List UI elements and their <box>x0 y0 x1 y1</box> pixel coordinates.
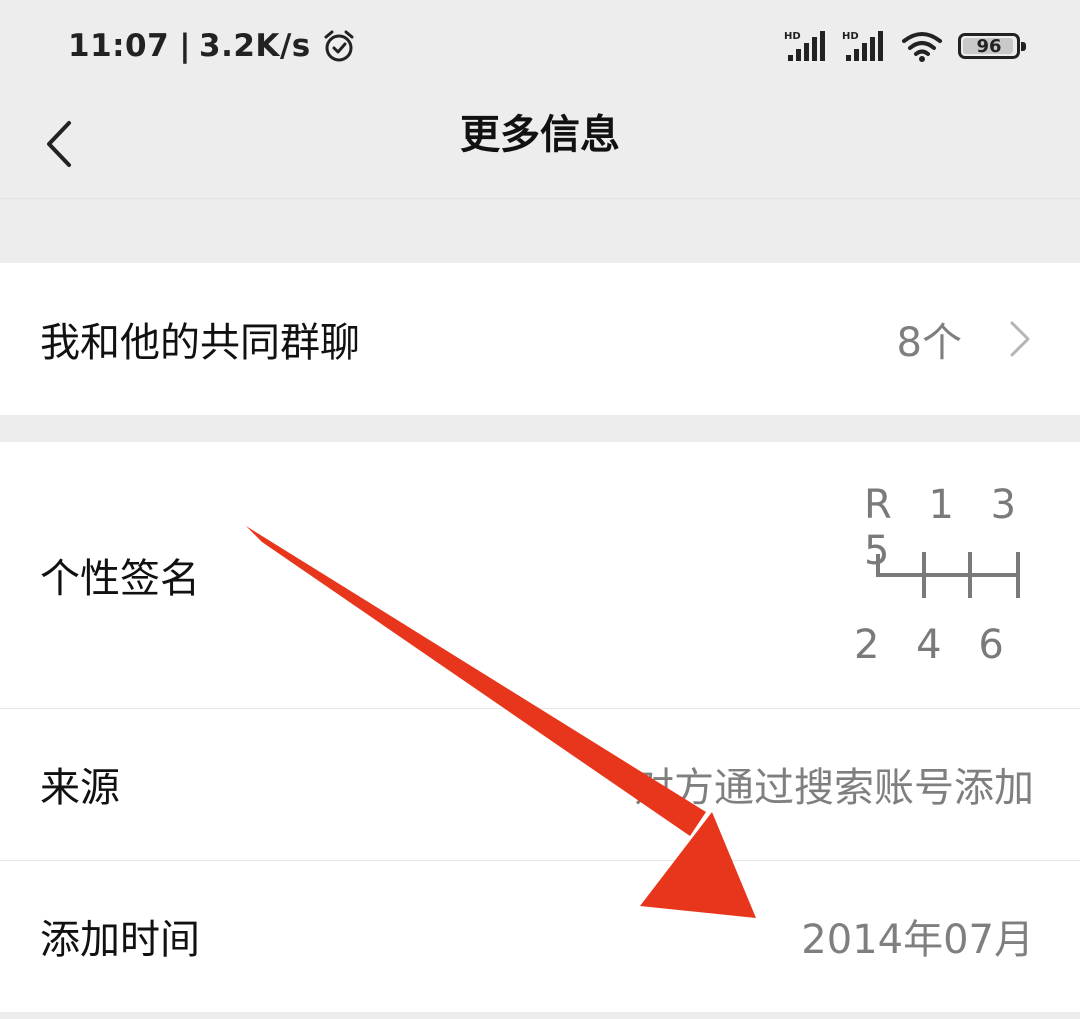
svg-text:HD: HD <box>784 31 801 42</box>
signature-bottom-line: 2 4 6 <box>854 622 1016 668</box>
common-groups-count: 8个 <box>896 320 962 366</box>
signal-hd-icon-2: HD <box>842 29 886 63</box>
added-time-label: 添加时间 <box>40 917 200 963</box>
common-groups-row[interactable]: 我和他的共同群聊 8个 <box>0 263 1080 415</box>
battery-icon: 96 <box>958 33 1026 59</box>
chevron-right-icon <box>1010 321 1030 357</box>
added-time-row: 添加时间 2014年07月 <box>0 860 1080 1012</box>
profile-info-section: 个性签名 R 1 3 5 2 4 6 来源 对方通过搜索账号添加 添加时间 20… <box>0 442 1080 1012</box>
signature-label: 个性签名 <box>40 556 200 602</box>
page-title: 更多信息 <box>460 112 620 158</box>
common-groups-section: 我和他的共同群聊 8个 <box>0 263 1080 415</box>
alarm-icon <box>323 29 355 63</box>
signal-hd-icon: HD <box>784 29 828 63</box>
signature-row: 个性签名 R 1 3 5 2 4 6 <box>0 442 1080 708</box>
nav-bar: 更多信息 <box>0 90 1080 199</box>
network-speed: 3.2K/s <box>199 28 311 64</box>
status-bar: 11:07 | 3.2K/s HD HD 96 <box>0 0 1080 90</box>
common-groups-label: 我和他的共同群聊 <box>40 320 360 366</box>
source-value: 对方通过搜索账号添加 <box>634 765 1034 811</box>
status-separator: | <box>179 28 192 64</box>
signature-value: R 1 3 5 2 4 6 <box>820 442 1080 708</box>
added-time-value: 2014年07月 <box>801 917 1034 963</box>
status-left: 11:07 | 3.2K/s <box>68 24 355 68</box>
source-label: 来源 <box>40 765 120 811</box>
gear-shift-pattern-icon <box>876 552 1020 598</box>
source-row: 来源 对方通过搜索账号添加 <box>0 708 1080 860</box>
wifi-icon <box>900 29 944 63</box>
svg-text:HD: HD <box>842 31 859 42</box>
battery-level: 96 <box>976 35 1002 57</box>
status-right: HD HD 96 <box>784 24 1026 68</box>
status-time: 11:07 <box>68 28 170 64</box>
